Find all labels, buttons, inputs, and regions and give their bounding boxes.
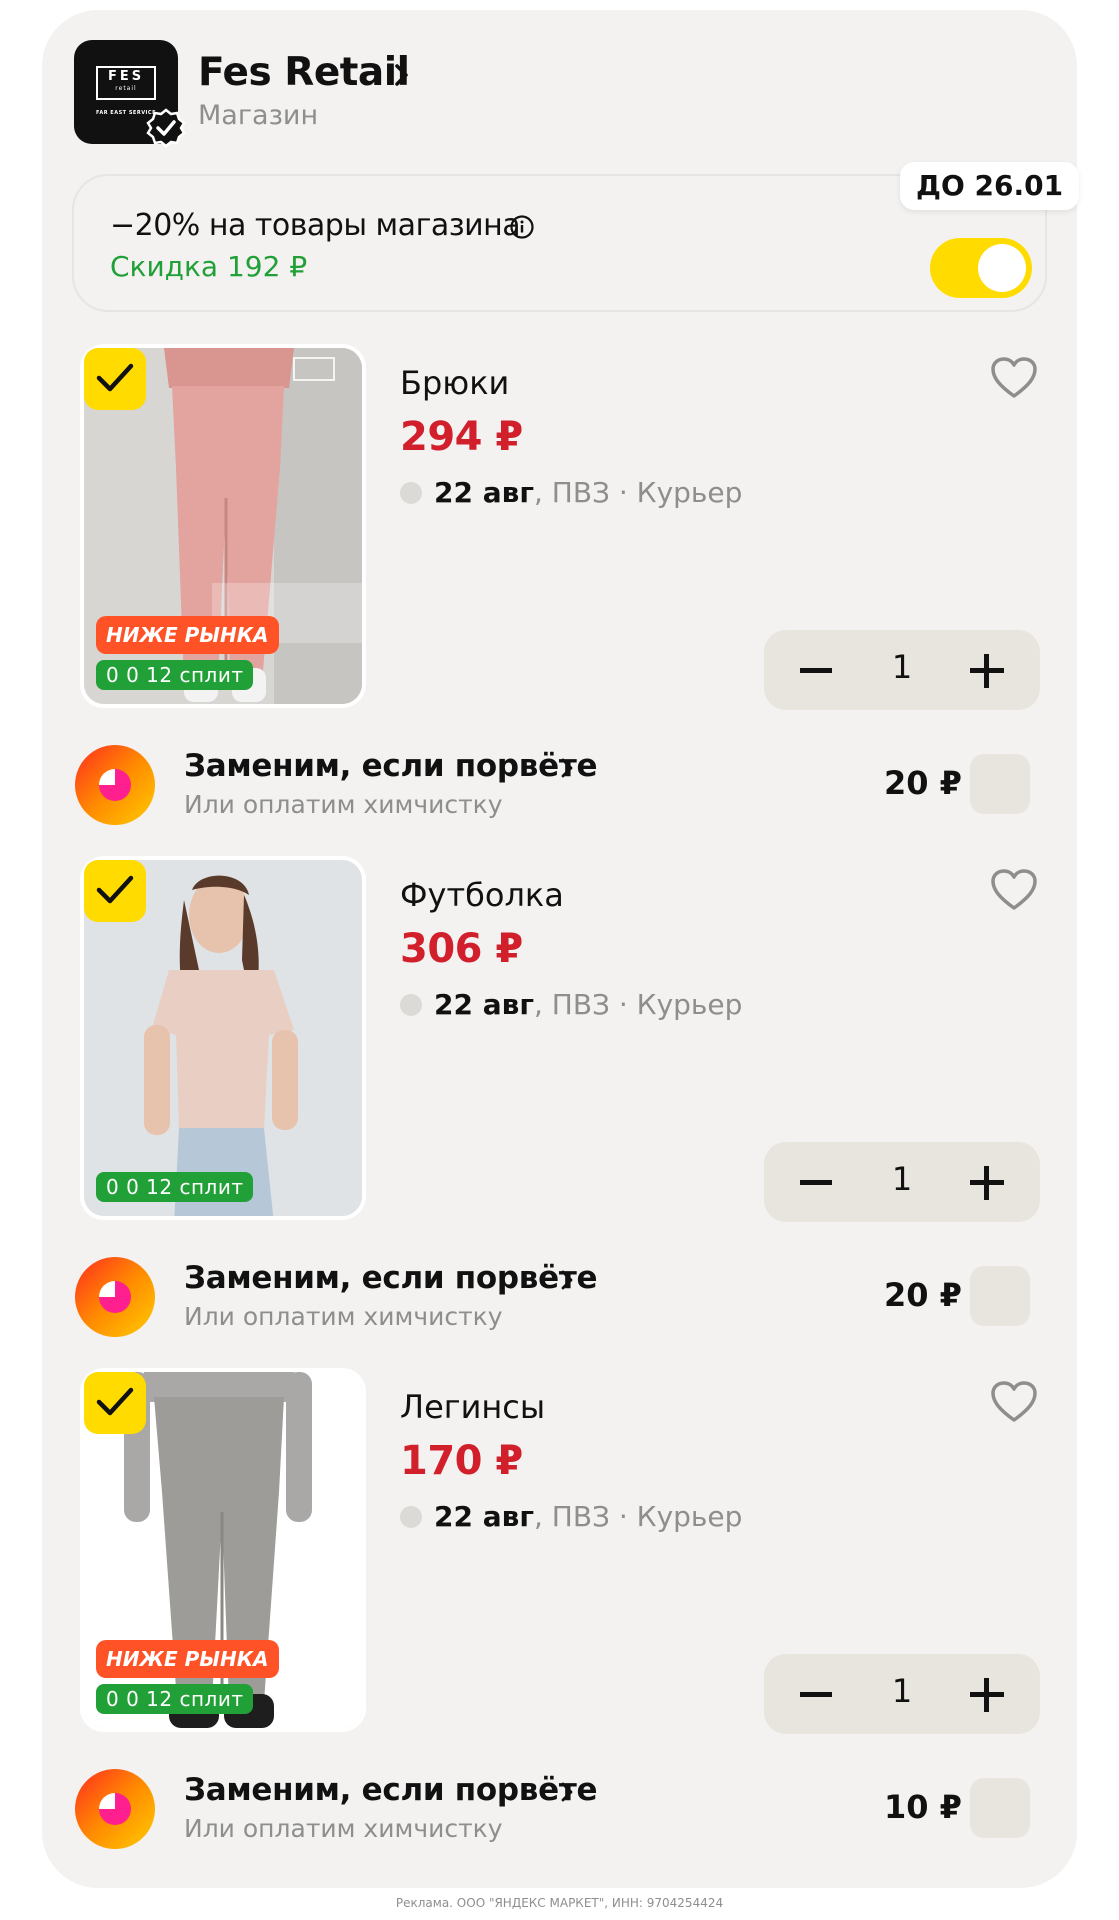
delivery-dot-icon [400, 1506, 422, 1528]
insurance-title[interactable]: Заменим, если порвёте [184, 1772, 598, 1808]
badge-split: 0 0 12 сплит [96, 1684, 254, 1714]
delivery-date: 22 авг [434, 988, 534, 1021]
insurance-logo-icon [75, 1257, 155, 1337]
store-name[interactable]: Fes Retail [198, 50, 410, 95]
insurance-checkbox[interactable] [970, 754, 1030, 814]
quantity-stepper: 1 [764, 630, 1040, 710]
promo-toggle[interactable] [930, 238, 1032, 298]
badge-below-market: НИЖЕ РЫНКА [96, 1640, 279, 1678]
heart-icon[interactable] [990, 356, 1038, 400]
insurance-title[interactable]: Заменим, если порвёте [184, 1260, 598, 1296]
insurance-subtitle: Или оплатим химчистку [184, 1814, 503, 1843]
delivery-methods: , ПВЗ · Курьер [533, 1500, 743, 1533]
promo-discount: Скидка 192 ₽ [110, 250, 308, 283]
heart-icon[interactable] [990, 868, 1038, 912]
delivery-methods: , ПВЗ · Курьер [533, 476, 743, 509]
checkmark-icon [96, 363, 134, 392]
item-select-checkbox[interactable] [84, 1372, 146, 1434]
item-delivery: 22 авг, ПВЗ · Курьер [400, 988, 742, 1021]
increase-button-v[interactable] [984, 1166, 989, 1200]
insurance-price: 20 ₽ [884, 764, 962, 802]
checkmark-icon [96, 1387, 134, 1416]
promo-title: −20% на товары магазина [110, 208, 521, 243]
increase-button-v[interactable] [984, 654, 989, 688]
delivery-dot-icon [400, 994, 422, 1016]
quantity-value: 1 [891, 648, 913, 686]
insurance-checkbox[interactable] [970, 1778, 1030, 1838]
store-logo-small: retail [115, 85, 137, 92]
insurance-checkbox[interactable] [970, 1266, 1030, 1326]
item-select-checkbox[interactable] [84, 348, 146, 410]
increase-button-v[interactable] [984, 1678, 989, 1712]
item-title[interactable]: Легинсы [400, 1388, 545, 1426]
cart-item: НИЖЕ РЫНКА 0 0 12 сплит Легинсы 170 ₽ 22… [0, 1368, 1119, 1878]
insurance-title[interactable]: Заменим, если порвёте [184, 748, 598, 784]
insurance-subtitle: Или оплатим химчистку [184, 1302, 503, 1331]
item-title[interactable]: Футболка [400, 876, 564, 914]
info-icon[interactable] [509, 214, 535, 240]
chevron-right-icon[interactable] [560, 1780, 574, 1804]
insurance-price: 10 ₽ [884, 1788, 962, 1826]
store-type: Магазин [198, 100, 319, 131]
insurance-subtitle: Или оплатим химчистку [184, 790, 503, 819]
insurance-logo-icon [75, 745, 155, 825]
badge-below-market: НИЖЕ РЫНКА [96, 616, 279, 654]
quantity-stepper: 1 [764, 1142, 1040, 1222]
delivery-methods: , ПВЗ · Курьер [533, 988, 743, 1021]
store-logo-text: FES [107, 69, 145, 84]
quantity-value: 1 [891, 1160, 913, 1198]
insurance-logo-icon [75, 1769, 155, 1849]
chevron-right-icon[interactable] [560, 1268, 574, 1292]
promo-date-badge: ДО 26.01 [900, 162, 1080, 210]
quantity-stepper: 1 [764, 1654, 1040, 1734]
toggle-knob [978, 244, 1026, 292]
chevron-right-icon[interactable] [392, 60, 412, 90]
badge-split: 0 0 12 сплит [96, 1172, 254, 1202]
item-price: 294 ₽ [400, 414, 523, 460]
cart-item: 0 0 12 сплит Футболка 306 ₽ 22 авг, ПВЗ … [0, 856, 1119, 1366]
quantity-value: 1 [891, 1672, 913, 1710]
item-price: 306 ₽ [400, 926, 523, 972]
item-select-checkbox[interactable] [84, 860, 146, 922]
heart-icon[interactable] [990, 1380, 1038, 1424]
item-title[interactable]: Брюки [400, 364, 509, 402]
delivery-dot-icon [400, 482, 422, 504]
chevron-right-icon[interactable] [560, 756, 574, 780]
delivery-date: 22 авг [434, 476, 534, 509]
delivery-date: 22 авг [434, 1500, 534, 1533]
verified-icon [146, 108, 186, 148]
cart-item: НИЖЕ РЫНКА 0 0 12 сплит Брюки 294 ₽ 22 а… [0, 344, 1119, 854]
item-delivery: 22 авг, ПВЗ · Курьер [400, 1500, 742, 1533]
ad-disclaimer: Реклама. ООО "ЯНДЕКС МАРКЕТ", ИНН: 97042… [395, 1896, 724, 1910]
badge-split: 0 0 12 сплит [96, 660, 254, 690]
checkmark-icon [96, 875, 134, 904]
insurance-price: 20 ₽ [884, 1276, 962, 1314]
item-price: 170 ₽ [400, 1438, 523, 1484]
item-delivery: 22 авг, ПВЗ · Курьер [400, 476, 742, 509]
store-logo-frame: FES retail [96, 66, 156, 100]
